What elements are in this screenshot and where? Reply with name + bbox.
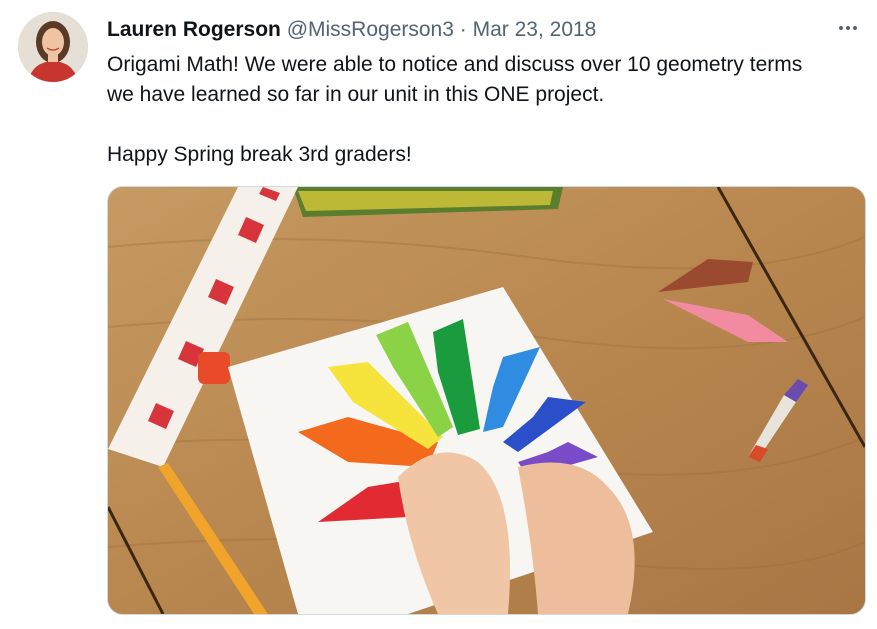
tweet: Lauren Rogerson @MissRogerson3 · Mar 23,… xyxy=(0,0,877,629)
avatar-image xyxy=(18,12,88,82)
tweet-photo[interactable] xyxy=(107,186,866,615)
more-button[interactable] xyxy=(833,14,863,42)
tweet-header: Lauren Rogerson @MissRogerson3 · Mar 23,… xyxy=(107,16,857,44)
tweet-date[interactable]: Mar 23, 2018 xyxy=(473,18,597,41)
tweet-text-line-1: Origami Math! We were able to notice and… xyxy=(107,53,803,76)
author-handle[interactable]: @MissRogerson3 xyxy=(287,18,454,41)
more-horizontal-icon xyxy=(839,26,857,30)
tweet-text-paragraph-2: Happy Spring break 3rd graders! xyxy=(107,143,412,166)
origami-photo xyxy=(108,187,865,614)
tweet-text-line-2: we have learned so far in our unit in th… xyxy=(107,83,605,106)
tweet-text: Origami Math! We were able to notice and… xyxy=(107,50,867,170)
separator-dot: · xyxy=(459,18,467,41)
author-name[interactable]: Lauren Rogerson xyxy=(107,18,281,41)
avatar[interactable] xyxy=(18,12,88,82)
